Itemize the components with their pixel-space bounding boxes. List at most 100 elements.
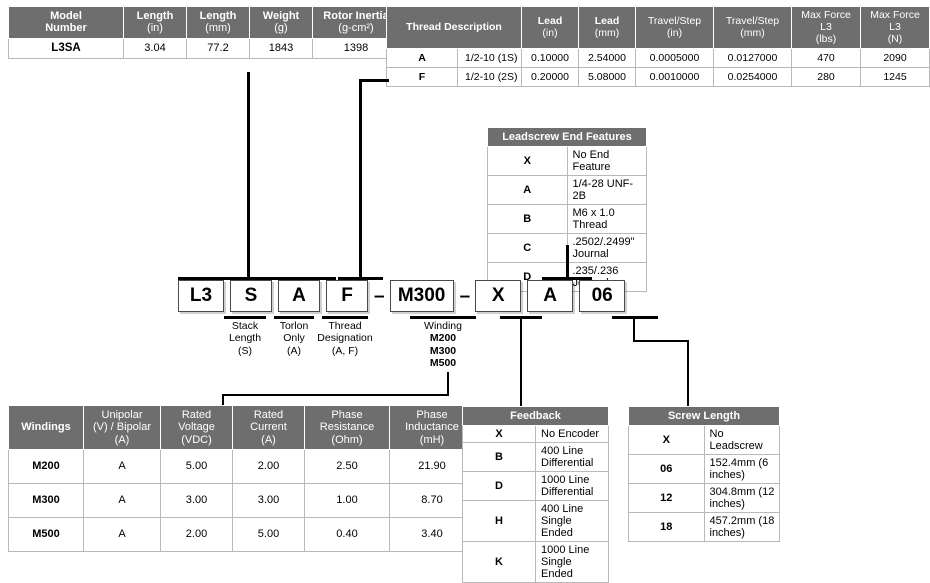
connector-winding-down <box>447 372 449 396</box>
table-row: F 1/2-10 (2S) 0.20000 5.08000 0.0010000 … <box>386 67 930 88</box>
model-col-length-in: Length (in) <box>123 6 187 39</box>
connector-screw-right <box>633 340 689 342</box>
thread-col-lead-mm: Lead (mm) <box>578 5 636 50</box>
cell-rated-voltage: 3.00 <box>160 482 233 518</box>
cell-desc: 1000 Line Differential <box>535 471 609 501</box>
cell-length-mm: 77.2 <box>186 37 250 59</box>
bar-winding <box>410 316 476 319</box>
windings-col-unipolar-bipolar: Unipolar (V) / Bipolar (A) <box>83 405 161 450</box>
table-row: B M6 x 1.0 Thread <box>487 204 647 234</box>
cell-code: 18 <box>628 512 705 542</box>
table-row: X No Leadscrew <box>628 425 780 455</box>
cell-max-force-n: 2090 <box>860 48 930 69</box>
cell-code: X <box>462 425 536 443</box>
cell-winding-code: M300 <box>8 482 84 518</box>
cell-lead-in: 0.20000 <box>521 67 579 88</box>
pn-box-end-feature[interactable]: A <box>527 280 574 312</box>
cell-desc: No End Feature <box>566 146 647 176</box>
thread-col-travel-step-in: Travel/Step (in) <box>635 5 714 50</box>
bar-thread-designation <box>322 316 368 319</box>
cell-weight: 1843 <box>249 37 313 59</box>
cell-desc: No Leadscrew <box>703 425 780 455</box>
cell-desc: 152.4mm (6 inches) <box>703 454 780 484</box>
cell-desc: 400 Line Single Ended <box>535 500 609 542</box>
pn-box-thread[interactable]: F <box>326 280 368 312</box>
callout-thread-designation: Thread Designation (A, F) <box>317 320 373 357</box>
bar-stack-length <box>224 316 266 319</box>
thread-description-table-wrap: Thread Description Lead (in) Lead (mm) T… <box>386 5 930 88</box>
connector-screw-into-table <box>687 340 689 407</box>
pn-box-feedback[interactable]: X <box>475 280 522 312</box>
table-row: B 400 Line Differential <box>462 442 609 472</box>
table-row: D 1000 Line Differential <box>462 471 609 501</box>
pn-dash-2: – <box>459 285 471 307</box>
cell-length-in: 3.04 <box>123 37 187 59</box>
cell-desc: 1/4-28 UNF-2B <box>566 175 647 205</box>
cell-code: D <box>462 471 536 501</box>
connector-feedback-down <box>520 318 522 407</box>
leadscrew-title: Leadscrew End Features <box>487 127 647 147</box>
connector-leadscrew-vertical <box>566 245 569 277</box>
pn-box-torlon[interactable]: A <box>278 280 320 312</box>
table-row: M200 A 5.00 2.00 2.50 21.90 <box>8 448 475 484</box>
model-number-table-wrap: Model Number Length (in) Length (mm) Wei… <box>8 6 400 59</box>
feedback-table: Feedback X No Encoder B 400 Line Differe… <box>462 406 609 583</box>
pn-box-screw-length[interactable]: 06 <box>579 280 626 312</box>
windings-col-rated-current: Rated Current (A) <box>232 405 305 450</box>
connector-winding-left <box>222 394 449 396</box>
feedback-title: Feedback <box>462 406 609 426</box>
cell-code: B <box>462 442 536 472</box>
table-header-row: Screw Length <box>628 406 780 426</box>
screw-length-table-wrap: Screw Length X No Leadscrew 06 152.4mm (… <box>628 406 780 542</box>
cell-thread-code: F <box>386 67 458 88</box>
cell-rated-voltage: 2.00 <box>160 516 233 552</box>
cell-code: H <box>462 500 536 542</box>
cell-winding-code: M500 <box>8 516 84 552</box>
cell-rated-current: 2.00 <box>232 448 305 484</box>
cell-code: C <box>487 233 568 263</box>
cell-travel-step-mm: 0.0254000 <box>713 67 792 88</box>
cell-phase-resistance: 1.00 <box>304 482 390 518</box>
table-header-row: Model Number Length (in) Length (mm) Wei… <box>8 6 400 39</box>
connector-screw-down <box>633 318 635 342</box>
table-row: 18 457.2mm (18 inches) <box>628 512 780 542</box>
cell-max-force-lbs: 470 <box>791 48 861 69</box>
cell-code: K <box>462 541 536 583</box>
cell-rated-current: 3.00 <box>232 482 305 518</box>
table-row: X No Encoder <box>462 425 609 443</box>
cell-code: X <box>628 425 705 455</box>
thread-col-travel-step-mm: Travel/Step (mm) <box>713 5 792 50</box>
cell-thread-desc: 1/2-10 (2S) <box>457 67 522 88</box>
feedback-table-wrap: Feedback X No Encoder B 400 Line Differe… <box>462 406 609 583</box>
connector-thread-vertical <box>359 79 362 279</box>
cell-desc: 457.2mm (18 inches) <box>703 512 780 542</box>
cell-code: 12 <box>628 483 705 513</box>
pn-box-winding[interactable]: M300 <box>389 280 454 312</box>
cell-desc: M6 x 1.0 Thread <box>566 204 647 234</box>
pn-box-stack-length[interactable]: S <box>230 280 272 312</box>
cell-max-force-lbs: 280 <box>791 67 861 88</box>
table-header-row: Leadscrew End Features <box>487 127 647 147</box>
cell-code: B <box>487 204 568 234</box>
cell-desc: 400 Line Differential <box>535 442 609 472</box>
table-row: L3SA 3.04 77.2 1843 1398 <box>8 37 400 59</box>
callout-winding: Winding M200 M300 M500 <box>424 320 462 370</box>
windings-col-windings: Windings <box>8 405 84 450</box>
cell-thread-code: A <box>386 48 458 69</box>
pn-box-model[interactable]: L3 <box>178 280 224 312</box>
cell-desc: 1000 Line Single Ended <box>535 541 609 583</box>
table-header-row: Thread Description Lead (in) Lead (mm) T… <box>386 5 930 50</box>
bar-screw-length <box>612 316 658 319</box>
cell-travel-step-in: 0.0010000 <box>635 67 714 88</box>
table-row: M300 A 3.00 3.00 1.00 8.70 <box>8 482 475 518</box>
windings-col-phase-resistance: Phase Resistance (Ohm) <box>304 405 390 450</box>
cell-lead-mm: 2.54000 <box>578 48 636 69</box>
table-row: A 1/4-28 UNF-2B <box>487 175 647 205</box>
connector-thread-elbow-top <box>359 79 389 82</box>
table-row: 12 304.8mm (12 inches) <box>628 483 780 513</box>
cell-desc: No Encoder <box>535 425 609 443</box>
cell-phase-resistance: 0.40 <box>304 516 390 552</box>
part-number-row: L3 S A F – M300 – X A 06 <box>178 280 631 312</box>
cell-code: X <box>487 146 568 176</box>
cell-desc: .2502/.2499" Journal <box>566 233 647 263</box>
